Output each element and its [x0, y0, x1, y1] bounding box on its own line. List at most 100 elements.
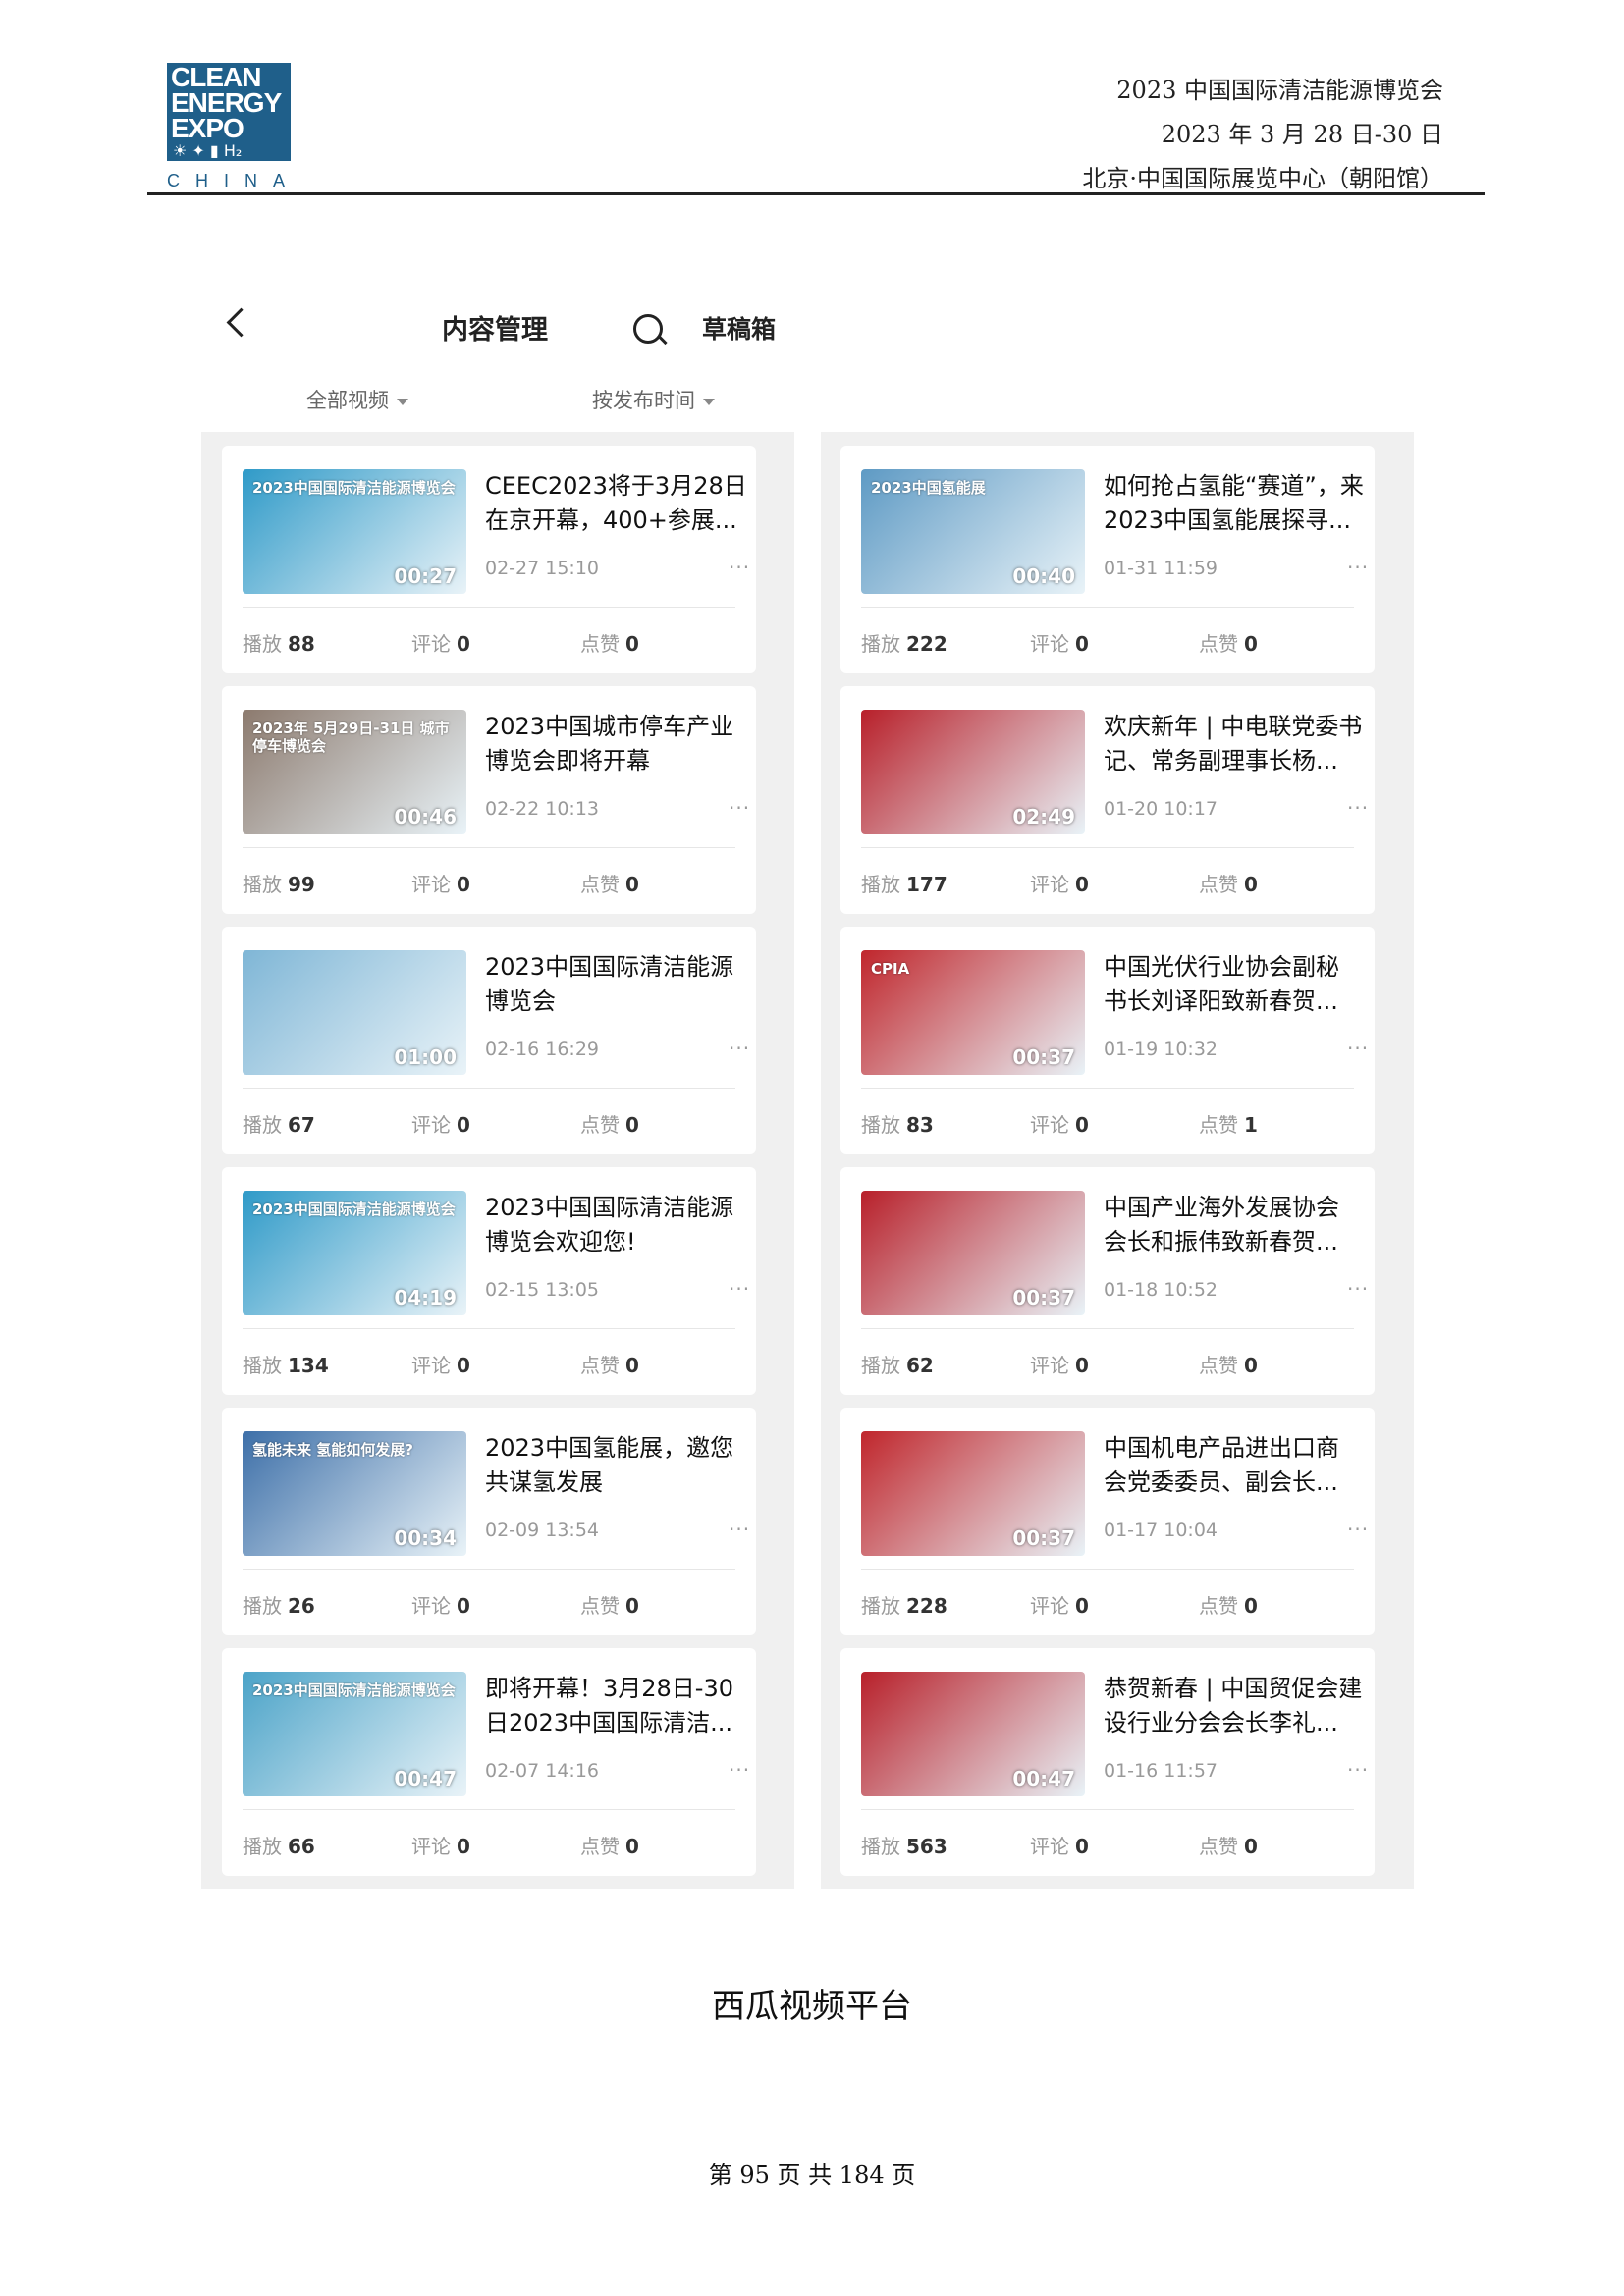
- plays-stat: 播放 177: [861, 869, 947, 897]
- video-card[interactable]: 01:00 2023中国国际清洁能源 博览会 02-16 16:29 ··· 播放 67 评论…: [222, 927, 756, 1154]
- plays-count: 66: [288, 1835, 315, 1858]
- video-thumbnail[interactable]: 01:00: [243, 950, 466, 1075]
- comments-count: 0: [457, 1113, 470, 1137]
- more-options-icon[interactable]: ···: [1347, 796, 1369, 820]
- comments-stat[interactable]: 评论 0: [411, 1109, 470, 1138]
- comments-stat[interactable]: 评论 0: [1030, 628, 1089, 657]
- video-thumbnail[interactable]: 02:49: [861, 710, 1085, 834]
- comments-stat[interactable]: 评论 0: [1030, 1109, 1089, 1138]
- video-title[interactable]: 中国光伏行业协会副秘 书长刘译阳致新春贺...: [1104, 950, 1369, 1019]
- likes-label: 点赞: [580, 873, 620, 896]
- video-title[interactable]: 恭贺新春 | 中国贸促会建 设行业分会会长李礼...: [1104, 1672, 1369, 1740]
- video-thumbnail[interactable]: 氢能未来 氢能如何发展? 00:34: [243, 1431, 466, 1556]
- comments-stat[interactable]: 评论 0: [1030, 869, 1089, 897]
- video-card[interactable]: 2023中国氢能展 00:40 如何抢占氢能“赛道”，来 2023中国氢能展探寻...…: [840, 446, 1375, 673]
- video-card[interactable]: CPIA 00:37 中国光伏行业协会副秘 书长刘译阳致新春贺... 01-19 10:…: [840, 927, 1375, 1154]
- likes-label: 点赞: [580, 632, 620, 656]
- video-card[interactable]: 2023年 5月29日-31日 城市停车博览会 00:46 2023中国城市停车产业…: [222, 686, 756, 914]
- likes-label: 点赞: [1199, 1354, 1238, 1377]
- publish-date: 01-18 10:52: [1104, 1279, 1218, 1301]
- likes-stat[interactable]: 点赞 0: [580, 869, 639, 897]
- video-title-line-1: 中国光伏行业协会副秘: [1104, 953, 1339, 981]
- video-title[interactable]: 2023中国城市停车产业 博览会即将开幕: [485, 710, 750, 778]
- more-options-icon[interactable]: ···: [729, 796, 750, 820]
- thumbnail-caption: CPIA: [871, 960, 910, 978]
- likes-stat[interactable]: 点赞 0: [580, 1109, 639, 1138]
- comments-stat[interactable]: 评论 0: [1030, 1590, 1089, 1619]
- video-thumbnail[interactable]: CPIA 00:37: [861, 950, 1085, 1075]
- more-options-icon[interactable]: ···: [729, 1758, 750, 1782]
- search-icon[interactable]: [633, 314, 663, 344]
- likes-stat[interactable]: 点赞 0: [580, 1831, 639, 1859]
- video-card[interactable]: 2023中国国际清洁能源博览会 00:47 即将开幕！3月28日-30 日2023中国…: [222, 1648, 756, 1876]
- likes-stat[interactable]: 点赞 0: [580, 1350, 639, 1378]
- video-card[interactable]: 00:37 中国机电产品进出口商 会党委委员、副会长... 01-17 10:04 ··…: [840, 1408, 1375, 1635]
- likes-stat[interactable]: 点赞 0: [1199, 628, 1258, 657]
- video-title[interactable]: 2023中国国际清洁能源 博览会欢迎您!: [485, 1191, 750, 1259]
- more-options-icon[interactable]: ···: [1347, 1277, 1369, 1301]
- video-card[interactable]: 氢能未来 氢能如何发展? 00:34 2023中国氢能展，邀您 共谋氢发展 02-09 …: [222, 1408, 756, 1635]
- video-card[interactable]: 00:37 中国产业海外发展协会 会长和振伟致新春贺... 01-18 10:52 ··…: [840, 1167, 1375, 1395]
- video-title[interactable]: 即将开幕！3月28日-30 日2023中国国际清洁...: [485, 1672, 750, 1740]
- comments-stat[interactable]: 评论 0: [411, 628, 470, 657]
- back-arrow-icon[interactable]: [226, 307, 256, 338]
- comments-stat[interactable]: 评论 0: [411, 1831, 470, 1859]
- video-title[interactable]: 中国机电产品进出口商 会党委委员、副会长...: [1104, 1431, 1369, 1500]
- more-options-icon[interactable]: ···: [729, 1518, 750, 1541]
- more-options-icon[interactable]: ···: [1347, 1758, 1369, 1782]
- video-title[interactable]: 中国产业海外发展协会 会长和振伟致新春贺...: [1104, 1191, 1369, 1259]
- video-thumbnail[interactable]: 2023中国国际清洁能源博览会 04:19: [243, 1191, 466, 1315]
- comments-stat[interactable]: 评论 0: [1030, 1831, 1089, 1859]
- video-thumbnail[interactable]: 2023中国国际清洁能源博览会 00:47: [243, 1672, 466, 1796]
- video-card[interactable]: 2023中国国际清洁能源博览会 00:27 CEEC2023将于3月28日 在京开幕，…: [222, 446, 756, 673]
- likes-count: 1: [1244, 1113, 1258, 1137]
- likes-stat[interactable]: 点赞 0: [1199, 1350, 1258, 1378]
- likes-stat[interactable]: 点赞 1: [1199, 1109, 1258, 1138]
- video-thumbnail[interactable]: 00:47: [861, 1672, 1085, 1796]
- more-options-icon[interactable]: ···: [1347, 1518, 1369, 1541]
- plays-stat: 播放 99: [243, 869, 315, 897]
- video-thumbnail[interactable]: 2023中国国际清洁能源博览会 00:27: [243, 469, 466, 594]
- comments-stat[interactable]: 评论 0: [411, 1590, 470, 1619]
- comments-count: 0: [1075, 1113, 1089, 1137]
- likes-stat[interactable]: 点赞 0: [1199, 869, 1258, 897]
- publish-date: 02-22 10:13: [485, 798, 600, 820]
- video-thumbnail[interactable]: 2023年 5月29日-31日 城市停车博览会 00:46: [243, 710, 466, 834]
- publish-date: 02-09 13:54: [485, 1520, 600, 1541]
- card-divider: [861, 1809, 1354, 1810]
- filter-all-videos[interactable]: 全部视频: [306, 385, 408, 414]
- video-title[interactable]: 2023中国国际清洁能源 博览会: [485, 950, 750, 1019]
- plays-count: 228: [906, 1594, 947, 1618]
- likes-stat[interactable]: 点赞 0: [580, 1590, 639, 1619]
- drafts-button[interactable]: 草稿箱: [702, 310, 776, 346]
- video-title[interactable]: CEEC2023将于3月28日 在京开幕，400+参展...: [485, 469, 750, 538]
- plays-label: 播放: [243, 632, 282, 656]
- likes-count: 0: [1244, 632, 1258, 656]
- filter-sort-by-time[interactable]: 按发布时间: [592, 385, 715, 414]
- video-card[interactable]: 00:47 恭贺新春 | 中国贸促会建 设行业分会会长李礼... 01-16 11:5…: [840, 1648, 1375, 1876]
- video-card[interactable]: 2023中国国际清洁能源博览会 04:19 2023中国国际清洁能源 博览会欢迎您! 0…: [222, 1167, 756, 1395]
- video-title[interactable]: 如何抢占氢能“赛道”，来 2023中国氢能展探寻...: [1104, 469, 1369, 538]
- video-title[interactable]: 欢庆新年 | 中电联党委书 记、常务副理事长杨...: [1104, 710, 1369, 778]
- likes-stat[interactable]: 点赞 0: [1199, 1831, 1258, 1859]
- plays-label: 播放: [243, 1835, 282, 1858]
- more-options-icon[interactable]: ···: [729, 1277, 750, 1301]
- comments-stat[interactable]: 评论 0: [411, 869, 470, 897]
- more-options-icon[interactable]: ···: [1347, 1037, 1369, 1060]
- comments-stat[interactable]: 评论 0: [411, 1350, 470, 1378]
- video-thumbnail[interactable]: 00:37: [861, 1191, 1085, 1315]
- video-title-line-1: 欢庆新年 | 中电联党委书: [1104, 713, 1363, 740]
- more-options-icon[interactable]: ···: [729, 1037, 750, 1060]
- video-thumbnail[interactable]: 00:37: [861, 1431, 1085, 1556]
- more-options-icon[interactable]: ···: [1347, 556, 1369, 579]
- logo-line-3: EXPO: [171, 113, 244, 143]
- likes-stat[interactable]: 点赞 0: [580, 628, 639, 657]
- more-options-icon[interactable]: ···: [729, 556, 750, 579]
- video-card[interactable]: 02:49 欢庆新年 | 中电联党委书 记、常务副理事长杨... 01-20 10:1…: [840, 686, 1375, 914]
- clean-energy-expo-logo: CLEAN ENERGY EXPO ☀ ✦ ▮ H₂ CHINA: [167, 63, 291, 190]
- publish-date: 02-07 14:16: [485, 1760, 600, 1782]
- comments-stat[interactable]: 评论 0: [1030, 1350, 1089, 1378]
- likes-stat[interactable]: 点赞 0: [1199, 1590, 1258, 1619]
- video-title[interactable]: 2023中国氢能展，邀您 共谋氢发展: [485, 1431, 750, 1500]
- video-thumbnail[interactable]: 2023中国氢能展 00:40: [861, 469, 1085, 594]
